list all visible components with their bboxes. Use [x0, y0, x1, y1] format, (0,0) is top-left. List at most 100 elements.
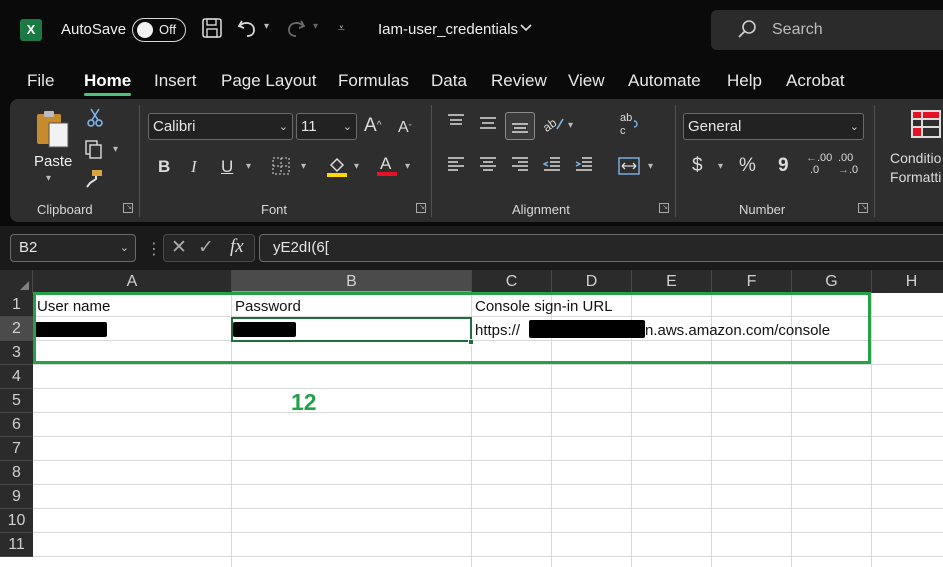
tab-automate[interactable]: Automate: [628, 71, 701, 91]
orientation-dropdown-icon[interactable]: ▾: [568, 120, 573, 131]
percent-button[interactable]: %: [739, 156, 756, 176]
tab-help[interactable]: Help: [727, 71, 762, 91]
tab-view[interactable]: View: [568, 71, 605, 91]
align-right-icon[interactable]: [510, 156, 530, 179]
row-header-2[interactable]: 2: [0, 317, 33, 341]
font-name-select[interactable]: Calibri ⌄: [148, 113, 293, 140]
comma-style-button[interactable]: 9: [778, 156, 789, 176]
row-header-9[interactable]: 9: [0, 485, 33, 509]
tab-page-layout[interactable]: Page Layout: [221, 71, 316, 91]
underline-button[interactable]: U: [221, 157, 233, 177]
orientation-icon[interactable]: ab: [540, 113, 565, 138]
format-painter-icon[interactable]: [84, 168, 104, 193]
increase-indent-icon[interactable]: [574, 156, 594, 179]
borders-dropdown-icon[interactable]: ▾: [301, 161, 306, 172]
formula-input[interactable]: yE2dI(6[: [259, 234, 943, 262]
bold-button[interactable]: B: [158, 157, 170, 177]
align-left-icon[interactable]: [446, 156, 466, 179]
autosave-toggle[interactable]: Off: [132, 18, 186, 42]
font-size-select[interactable]: 11 ⌄: [296, 113, 357, 140]
search-icon: [737, 19, 757, 44]
alignment-launcher-icon[interactable]: ↘: [659, 203, 669, 213]
underline-dropdown-icon[interactable]: ▾: [246, 161, 251, 172]
tab-home[interactable]: Home: [84, 71, 131, 91]
excel-logo-icon: X: [20, 19, 42, 41]
currency-dropdown-icon[interactable]: ▾: [718, 161, 723, 172]
column-header-e[interactable]: E: [632, 270, 712, 293]
font-color-icon[interactable]: A: [376, 153, 398, 182]
align-top-icon[interactable]: [446, 113, 466, 136]
column-header-c[interactable]: C: [472, 270, 552, 293]
tab-acrobat[interactable]: Acrobat: [786, 71, 845, 91]
column-header-h[interactable]: H: [872, 270, 943, 293]
conditional-formatting-icon[interactable]: [910, 109, 942, 144]
merge-dropdown-icon[interactable]: ▾: [648, 161, 653, 172]
spreadsheet-grid[interactable]: A B C D E F G H 1 2 3 4 5 6 7 8 9 10 11: [0, 270, 943, 567]
borders-icon[interactable]: [271, 156, 291, 181]
name-box[interactable]: B2 ⌄: [10, 234, 136, 262]
row-header-10[interactable]: 10: [0, 509, 33, 533]
wrap-text-icon[interactable]: ab c: [618, 109, 642, 144]
number-format-select[interactable]: General ⌄: [683, 113, 864, 140]
formula-bar-grip-icon[interactable]: ⋮: [146, 239, 162, 259]
align-bottom-icon[interactable]: [505, 112, 535, 140]
column-header-b[interactable]: B: [232, 270, 472, 293]
copy-icon[interactable]: [84, 139, 104, 164]
row-header-3[interactable]: 3: [0, 341, 33, 365]
tab-data[interactable]: Data: [431, 71, 467, 91]
font-color-dropdown-icon[interactable]: ▾: [405, 161, 410, 172]
italic-button[interactable]: I: [191, 157, 197, 177]
decrease-font-size-icon[interactable]: Aˇ: [398, 118, 412, 138]
cancel-icon[interactable]: ✕: [171, 236, 187, 259]
merge-center-icon[interactable]: [618, 156, 640, 181]
file-name[interactable]: Iam-user_credentials: [378, 21, 518, 38]
decrease-indent-icon[interactable]: [542, 156, 562, 179]
chevron-down-icon[interactable]: [520, 22, 532, 36]
align-center-icon[interactable]: [478, 156, 498, 179]
fill-color-dropdown-icon[interactable]: ▾: [354, 161, 359, 172]
customize-qat-icon[interactable]: ⩡: [338, 21, 345, 36]
search-box[interactable]: Search: [711, 10, 943, 50]
increase-font-size-icon[interactable]: A^: [364, 116, 381, 136]
currency-button[interactable]: $: [692, 156, 703, 176]
undo-icon[interactable]: [236, 17, 258, 45]
enter-icon[interactable]: ✓: [198, 236, 214, 259]
row-header-8[interactable]: 8: [0, 461, 33, 485]
tab-review[interactable]: Review: [491, 71, 547, 91]
paste-dropdown-icon[interactable]: ▾: [46, 173, 51, 184]
row-header-7[interactable]: 7: [0, 437, 33, 461]
gridline: [33, 532, 943, 533]
row-header-4[interactable]: 4: [0, 365, 33, 389]
cut-icon[interactable]: [86, 107, 104, 132]
select-all-button[interactable]: [0, 270, 33, 293]
group-divider: [431, 105, 432, 217]
autosave-label: AutoSave: [61, 21, 127, 38]
number-launcher-icon[interactable]: ↘: [858, 203, 868, 213]
column-header-d[interactable]: D: [552, 270, 632, 293]
paste-label[interactable]: Paste: [34, 153, 72, 170]
row-header-6[interactable]: 6: [0, 413, 33, 437]
clipboard-launcher-icon[interactable]: ↘: [123, 203, 133, 213]
font-size-value: 11: [301, 118, 317, 135]
gridline: [33, 436, 943, 437]
font-launcher-icon[interactable]: ↘: [416, 203, 426, 213]
copy-dropdown-icon[interactable]: ▾: [113, 144, 118, 155]
tab-insert[interactable]: Insert: [154, 71, 197, 91]
tab-file[interactable]: File: [27, 71, 54, 91]
undo-dropdown-icon[interactable]: ▾: [264, 21, 269, 32]
increase-decimal-icon[interactable]: ←.00.0: [806, 152, 832, 176]
column-header-a[interactable]: A: [33, 270, 232, 293]
row-header-11[interactable]: 11: [0, 533, 33, 557]
tab-formulas[interactable]: Formulas: [338, 71, 409, 91]
save-icon[interactable]: [201, 17, 223, 45]
row-header-5[interactable]: 5: [0, 389, 33, 413]
fill-color-icon[interactable]: [326, 155, 348, 182]
conditional-formatting-label[interactable]: Conditio Formatti: [890, 149, 941, 187]
column-header-g[interactable]: G: [792, 270, 872, 293]
insert-function-icon[interactable]: fx: [230, 236, 244, 258]
paste-icon[interactable]: [34, 109, 72, 154]
column-header-f[interactable]: F: [712, 270, 792, 293]
align-middle-icon[interactable]: [478, 115, 498, 138]
decrease-decimal-icon[interactable]: .00 →.0: [838, 152, 858, 176]
row-header-1[interactable]: 1: [0, 293, 33, 317]
